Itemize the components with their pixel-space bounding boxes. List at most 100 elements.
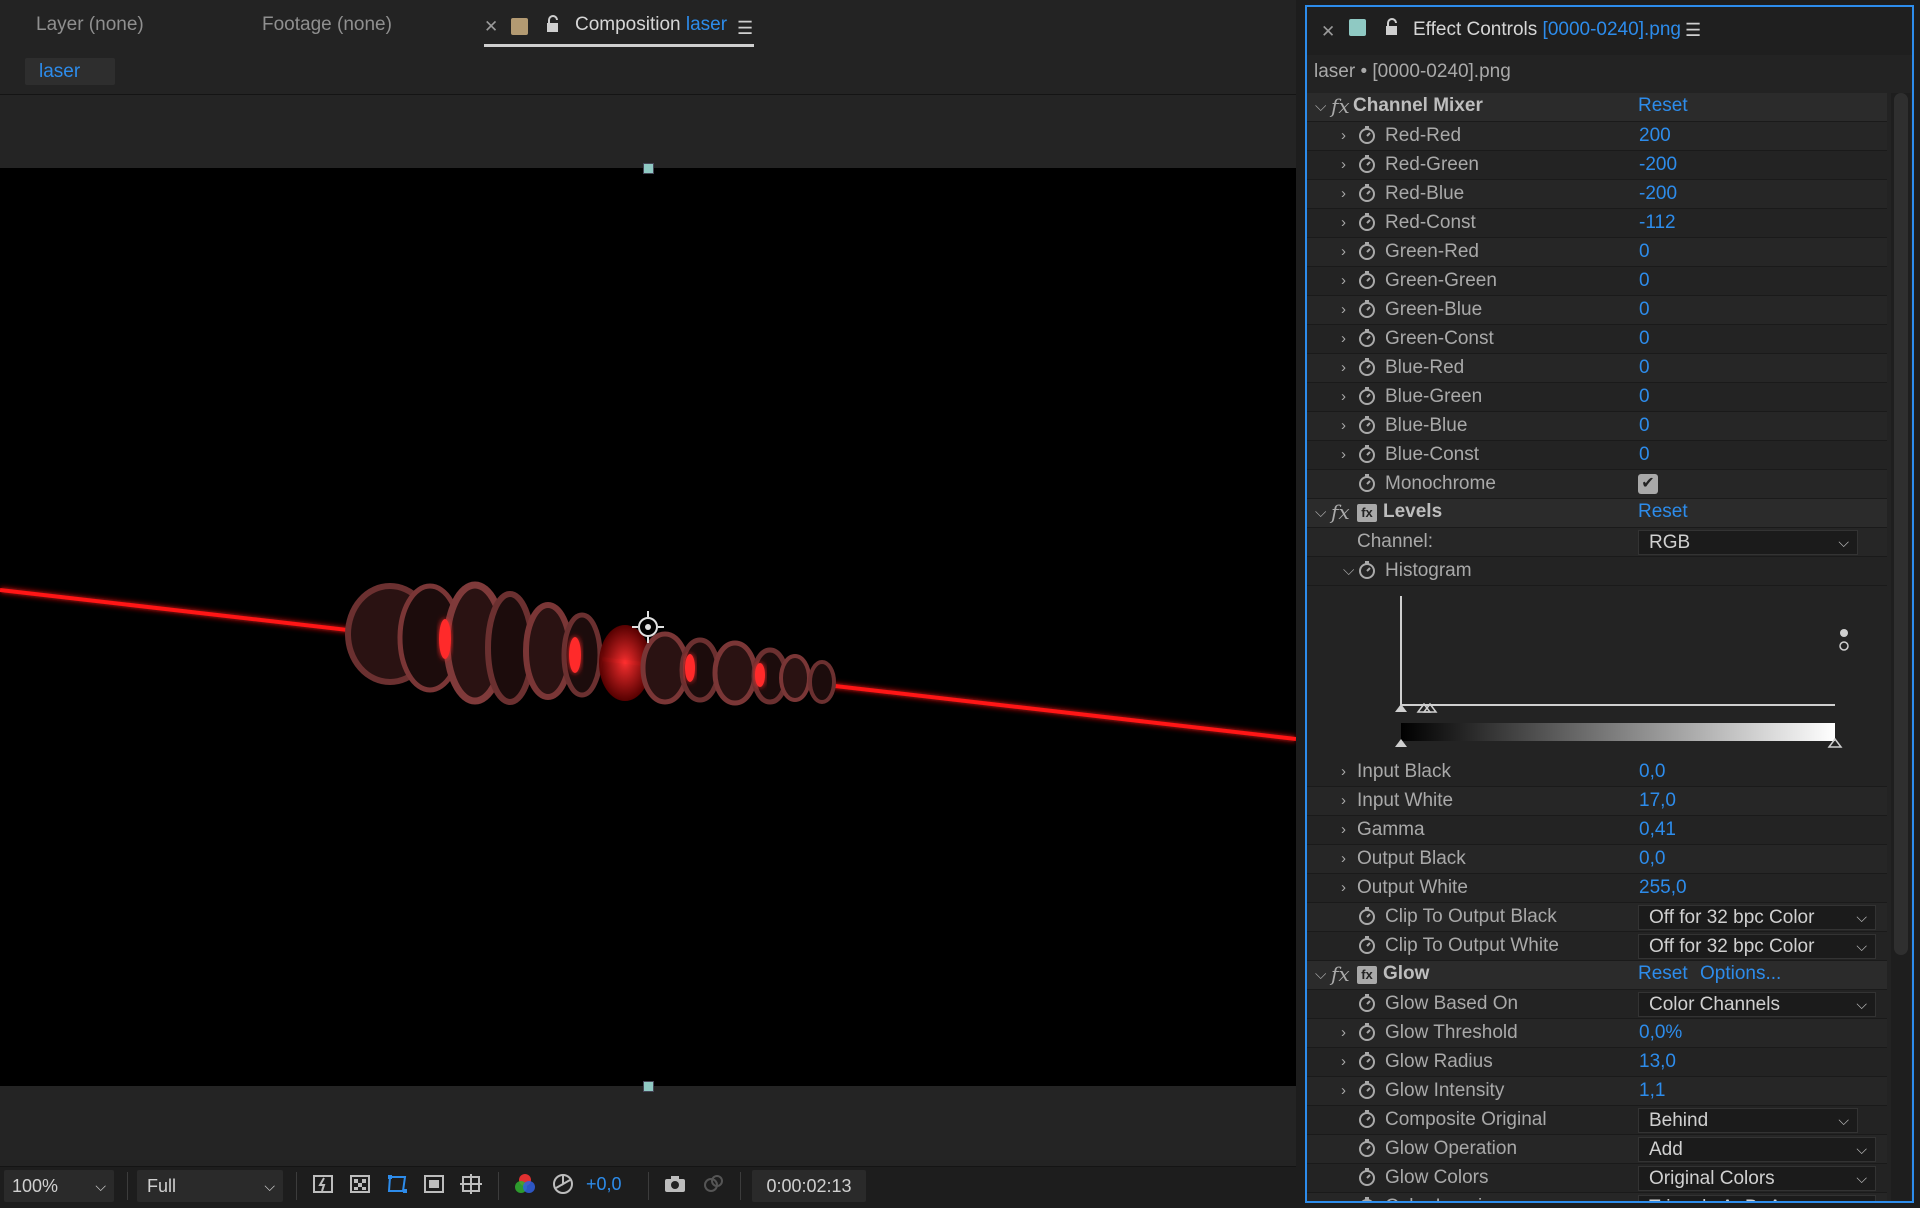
property-row-glow-threshold[interactable]: › Glow Threshold 0,0% xyxy=(1307,1019,1887,1048)
property-row-glow-operation[interactable]: Glow Operation Add ⌵ xyxy=(1307,1135,1887,1164)
grid-guides-icon[interactable] xyxy=(458,1172,484,1198)
property-row-glow-colors[interactable]: Glow Colors Original Colors ⌵ xyxy=(1307,1164,1887,1193)
property-value[interactable]: 0 xyxy=(1639,270,1650,292)
property-row[interactable]: › Red-Red 200 xyxy=(1307,122,1887,151)
stopwatch-icon[interactable] xyxy=(1357,560,1377,580)
stopwatch-icon[interactable] xyxy=(1357,1022,1377,1042)
stopwatch-icon[interactable] xyxy=(1357,444,1377,464)
chevron-right-icon[interactable]: › xyxy=(1341,301,1346,318)
property-row-histogram[interactable]: ⌵ Histogram xyxy=(1307,557,1887,586)
property-row[interactable]: › Green-Red 0 xyxy=(1307,238,1887,267)
stopwatch-icon[interactable] xyxy=(1357,1109,1377,1129)
property-value[interactable]: 17,0 xyxy=(1639,790,1676,812)
transparency-grid-icon[interactable] xyxy=(347,1172,373,1198)
layer-handle-bottom[interactable] xyxy=(643,1081,654,1092)
panel-menu-icon[interactable]: ☰ xyxy=(1685,20,1701,41)
chevron-right-icon[interactable]: › xyxy=(1341,388,1346,405)
property-row-clip-white[interactable]: Clip To Output White Off for 32 bpc Color… xyxy=(1307,932,1887,961)
current-time-display[interactable]: 0:00:02:13 xyxy=(752,1170,866,1202)
property-dropdown[interactable]: Original Colors ⌵ xyxy=(1638,1166,1876,1191)
chevron-right-icon[interactable]: › xyxy=(1341,243,1346,260)
property-row-glow-looping[interactable]: Color Looping Triangle A>B>A ⌵ xyxy=(1307,1193,1887,1201)
chevron-right-icon[interactable]: › xyxy=(1341,763,1346,780)
fx-toggle-icon[interactable]: fx xyxy=(1331,500,1350,524)
exposure-value[interactable]: +0,0 xyxy=(586,1174,622,1195)
property-value[interactable]: 0,41 xyxy=(1639,819,1676,841)
property-row[interactable]: › Output Black 0,0 xyxy=(1307,845,1887,874)
reset-button[interactable]: Reset xyxy=(1638,95,1688,117)
panel-menu-icon[interactable]: ☰ xyxy=(737,18,753,39)
histogram[interactable] xyxy=(1307,586,1887,758)
stopwatch-icon[interactable] xyxy=(1357,1196,1377,1201)
property-value[interactable]: 0 xyxy=(1639,444,1650,466)
property-value[interactable]: 0,0% xyxy=(1639,1022,1682,1044)
resolution-dropdown[interactable]: Full ⌵ xyxy=(137,1170,283,1202)
exposure-reset-icon[interactable] xyxy=(550,1172,576,1198)
property-row[interactable]: › Blue-Green 0 xyxy=(1307,383,1887,412)
mask-visibility-icon[interactable] xyxy=(384,1172,410,1198)
stopwatch-icon[interactable] xyxy=(1357,1167,1377,1187)
stopwatch-icon[interactable] xyxy=(1357,270,1377,290)
property-value[interactable]: 13,0 xyxy=(1639,1051,1676,1073)
chevron-right-icon[interactable]: › xyxy=(1341,156,1346,173)
property-value[interactable]: 0 xyxy=(1639,357,1650,379)
chevron-right-icon[interactable]: › xyxy=(1341,1082,1346,1099)
scrollbar-thumb[interactable] xyxy=(1894,93,1908,955)
chevron-down-icon[interactable]: ⌵ xyxy=(1315,504,1326,521)
chevron-right-icon[interactable]: › xyxy=(1341,214,1346,231)
composition-canvas[interactable] xyxy=(0,168,1296,1086)
close-panel-icon[interactable]: ✕ xyxy=(1321,22,1335,42)
chevron-down-icon[interactable]: ⌵ xyxy=(1315,966,1326,983)
chevron-right-icon[interactable]: › xyxy=(1341,850,1346,867)
stopwatch-icon[interactable] xyxy=(1357,993,1377,1013)
show-snapshot-icon[interactable] xyxy=(700,1172,726,1198)
stopwatch-icon[interactable] xyxy=(1357,357,1377,377)
chevron-right-icon[interactable]: › xyxy=(1341,359,1346,376)
property-dropdown[interactable]: Behind ⌵ xyxy=(1638,1108,1858,1133)
property-row-channel[interactable]: Channel: RGB ⌵ xyxy=(1307,528,1887,557)
property-row[interactable]: › Red-Green -200 xyxy=(1307,151,1887,180)
property-value[interactable]: 0,0 xyxy=(1639,848,1665,870)
snapshot-camera-icon[interactable] xyxy=(662,1172,688,1198)
stopwatch-icon[interactable] xyxy=(1357,415,1377,435)
property-value[interactable]: -112 xyxy=(1639,212,1676,234)
effect-glow[interactable]: ⌵ fx fx Glow Reset Options... xyxy=(1307,961,1887,990)
chevron-right-icon[interactable]: › xyxy=(1341,330,1346,347)
property-value[interactable]: 0 xyxy=(1639,299,1650,321)
property-dropdown[interactable]: Triangle A>B>A ⌵ xyxy=(1638,1195,1876,1201)
fx-toggle-icon[interactable]: fx xyxy=(1331,94,1350,118)
stopwatch-icon[interactable] xyxy=(1357,1138,1377,1158)
reset-button[interactable]: Reset xyxy=(1638,501,1688,523)
stopwatch-icon[interactable] xyxy=(1357,212,1377,232)
property-row[interactable]: › Output White 255,0 xyxy=(1307,874,1887,903)
property-value[interactable]: 255,0 xyxy=(1639,877,1687,899)
zoom-dropdown[interactable]: 100% ⌵ xyxy=(4,1170,114,1202)
property-row[interactable]: › Green-Blue 0 xyxy=(1307,296,1887,325)
close-tab-icon[interactable]: ✕ xyxy=(484,17,498,37)
property-row[interactable]: › Red-Blue -200 xyxy=(1307,180,1887,209)
property-row[interactable]: › Green-Const 0 xyxy=(1307,325,1887,354)
property-row[interactable]: › Gamma 0,41 xyxy=(1307,816,1887,845)
chevron-down-icon[interactable]: ⌵ xyxy=(1315,98,1326,115)
chevron-right-icon[interactable]: › xyxy=(1341,1024,1346,1041)
stopwatch-icon[interactable] xyxy=(1357,154,1377,174)
chevron-down-icon[interactable]: ⌵ xyxy=(1343,562,1354,579)
effect-channel-mixer[interactable]: ⌵ fx Channel Mixer Reset xyxy=(1307,93,1887,122)
property-value[interactable]: 0 xyxy=(1639,328,1650,350)
lock-icon[interactable] xyxy=(1383,18,1401,38)
property-row[interactable]: › Input Black 0,0 xyxy=(1307,758,1887,787)
effect-levels[interactable]: ⌵ fx fx Levels Reset xyxy=(1307,499,1887,528)
property-row-monochrome[interactable]: Monochrome ✔ xyxy=(1307,470,1887,499)
property-row-glow-intensity[interactable]: › Glow Intensity 1,1 xyxy=(1307,1077,1887,1106)
property-value[interactable]: 0 xyxy=(1639,386,1650,408)
chevron-right-icon[interactable]: › xyxy=(1341,879,1346,896)
stopwatch-icon[interactable] xyxy=(1357,328,1377,348)
fast-previews-icon[interactable] xyxy=(310,1172,336,1198)
chevron-right-icon[interactable]: › xyxy=(1341,1053,1346,1070)
chevron-right-icon[interactable]: › xyxy=(1341,127,1346,144)
property-value[interactable]: -200 xyxy=(1639,154,1677,176)
panel-title[interactable]: Effect Controls [0000-0240].png xyxy=(1413,19,1681,41)
stopwatch-icon[interactable] xyxy=(1357,473,1377,493)
layer-handle-top[interactable] xyxy=(643,163,654,174)
property-row-glow-based_on[interactable]: Glow Based On Color Channels ⌵ xyxy=(1307,990,1887,1019)
